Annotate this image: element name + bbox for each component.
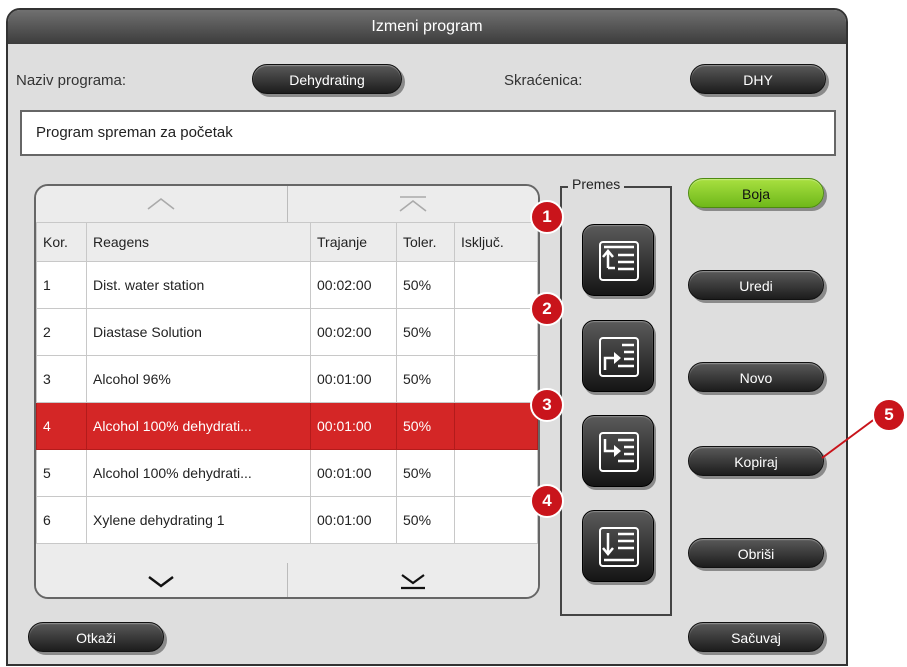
col-header-reagent: Reagens	[86, 222, 311, 262]
cell-reagent: Alcohol 100% dehydrati...	[86, 402, 311, 450]
cell-duration: 00:01:00	[310, 402, 397, 450]
copy-button[interactable]: Kopiraj	[688, 446, 824, 476]
cancel-button[interactable]: Otkaži	[28, 622, 164, 652]
move-to-bottom-icon	[599, 527, 639, 567]
cell-duration: 00:02:00	[310, 261, 397, 309]
chevron-down-icon	[148, 576, 174, 588]
callout-badge-2: 2	[530, 292, 564, 326]
move-to-top-button[interactable]	[582, 224, 654, 296]
cell-tolerance: 50%	[396, 261, 455, 309]
abbreviation-button[interactable]: DHY	[690, 64, 826, 94]
move-down-button[interactable]	[582, 415, 654, 487]
cell-step: 2	[36, 308, 87, 356]
cell-reagent: Dist. water station	[86, 261, 311, 309]
col-header-step: Kor.	[36, 222, 87, 262]
col-header-duration: Trajanje	[310, 222, 397, 262]
table-row[interactable]: 1 Dist. water station 00:02:00 50%	[36, 261, 538, 309]
callout-badge-1: 1	[530, 200, 564, 234]
cell-step: 3	[36, 355, 87, 403]
cell-exclude[interactable]	[454, 261, 538, 309]
callout-badge-5: 5	[872, 398, 906, 432]
move-up-icon	[599, 337, 639, 377]
edit-program-dialog: Izmeni program Naziv programa: Dehydrati…	[6, 8, 848, 666]
move-to-bottom-button[interactable]	[582, 510, 654, 582]
move-to-top-icon	[599, 241, 639, 281]
move-up-button[interactable]	[582, 320, 654, 392]
cell-reagent: Xylene dehydrating 1	[86, 496, 311, 544]
color-button[interactable]: Boja	[688, 178, 824, 208]
cell-reagent: Diastase Solution	[86, 308, 311, 356]
table-top-nav	[36, 186, 538, 222]
cell-exclude[interactable]	[454, 308, 538, 356]
new-button[interactable]: Novo	[688, 362, 824, 392]
cell-duration: 00:02:00	[310, 308, 397, 356]
move-down-icon	[599, 432, 639, 472]
cell-exclude[interactable]	[454, 449, 538, 497]
abbreviation-label: Skraćenica:	[504, 72, 583, 89]
cell-tolerance: 50%	[396, 308, 455, 356]
callout-badge-3: 3	[530, 388, 564, 422]
col-header-exclude: Isključ.	[454, 222, 538, 262]
cell-tolerance: 50%	[396, 449, 455, 497]
edit-button[interactable]: Uredi	[688, 270, 824, 300]
table-header-row: Kor. Reagens Trajanje Toler. Isključ.	[36, 222, 538, 262]
cell-duration: 00:01:00	[310, 355, 397, 403]
program-name-label: Naziv programa:	[16, 72, 127, 89]
cell-step: 4	[36, 402, 87, 450]
table-row[interactable]: 2 Diastase Solution 00:02:00 50%	[36, 308, 538, 356]
program-name-button[interactable]: Dehydrating	[252, 64, 402, 94]
scroll-down-button[interactable]	[36, 563, 287, 597]
scroll-bottom-button[interactable]	[286, 563, 539, 597]
scroll-top-button[interactable]	[286, 186, 539, 222]
skip-to-bottom-icon	[400, 574, 425, 590]
scroll-up-button[interactable]	[36, 186, 287, 222]
table-bottom-nav	[36, 563, 539, 597]
cell-tolerance: 50%	[396, 496, 455, 544]
cell-duration: 00:01:00	[310, 449, 397, 497]
table-row-selected[interactable]: 4 Alcohol 100% dehydrati... 00:01:00 50%	[36, 402, 538, 450]
cell-tolerance: 50%	[396, 402, 455, 450]
program-steps-table: Kor. Reagens Trajanje Toler. Isključ. 1 …	[34, 184, 540, 599]
delete-button[interactable]: Obriši	[688, 538, 824, 568]
callout-badge-4: 4	[530, 484, 564, 518]
dialog-title: Izmeni program	[8, 10, 846, 44]
table-row[interactable]: 6 Xylene dehydrating 1 00:01:00 50%	[36, 496, 538, 544]
cell-exclude[interactable]	[454, 496, 538, 544]
cell-exclude[interactable]	[454, 355, 538, 403]
steps-table: Kor. Reagens Trajanje Toler. Isključ. 1 …	[36, 222, 538, 544]
table-row[interactable]: 3 Alcohol 96% 00:01:00 50%	[36, 355, 538, 403]
cell-reagent: Alcohol 100% dehydrati...	[86, 449, 311, 497]
table-row[interactable]: 5 Alcohol 100% dehydrati... 00:01:00 50%	[36, 449, 538, 497]
status-message: Program spreman za početak	[20, 110, 836, 156]
cell-step: 6	[36, 496, 87, 544]
chevron-up-icon	[147, 197, 175, 210]
cell-exclude[interactable]	[454, 402, 538, 450]
skip-to-top-icon	[399, 196, 427, 212]
cell-tolerance: 50%	[396, 355, 455, 403]
cell-reagent: Alcohol 96%	[86, 355, 311, 403]
cell-step: 5	[36, 449, 87, 497]
save-button[interactable]: Sačuvaj	[688, 622, 824, 652]
col-header-tolerance: Toler.	[396, 222, 455, 262]
move-group-label: Premes	[568, 176, 625, 192]
cell-step: 1	[36, 261, 87, 309]
cell-duration: 00:01:00	[310, 496, 397, 544]
